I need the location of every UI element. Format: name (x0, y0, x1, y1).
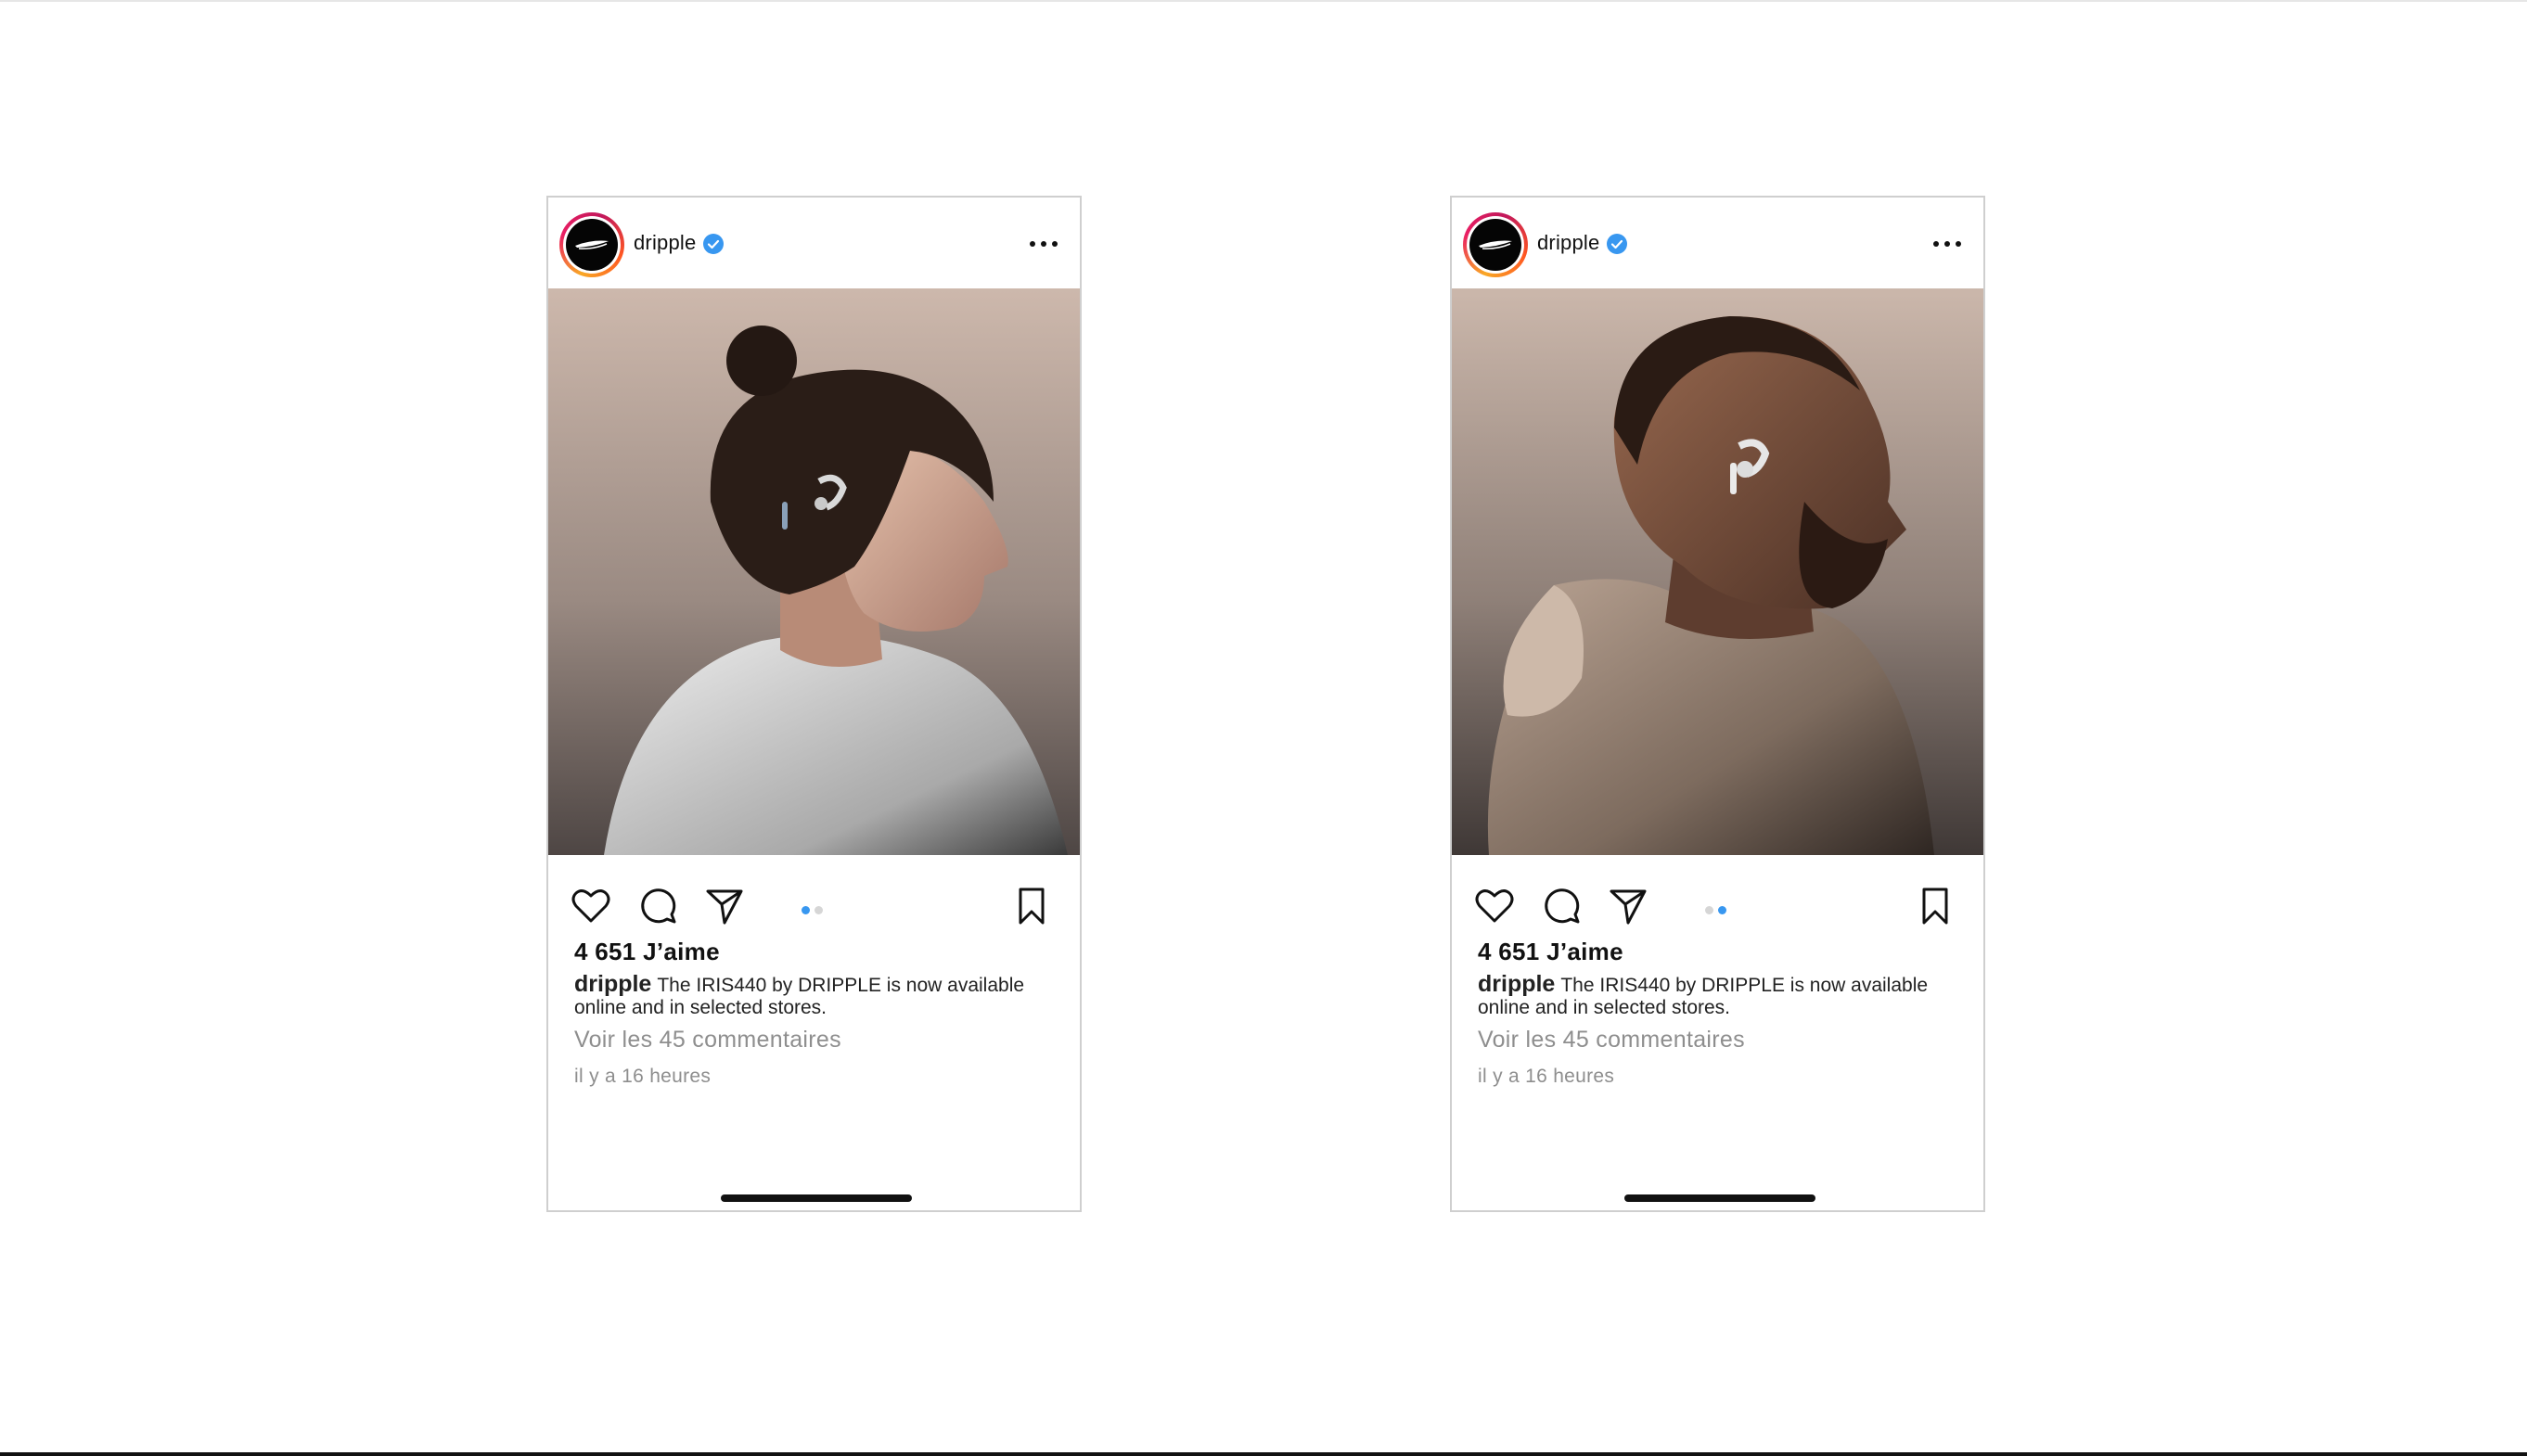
post-image[interactable] (548, 288, 1080, 855)
post-caption: dripple The IRIS440 by DRIPPLE is now ava… (1478, 973, 1960, 1019)
post-actions (548, 875, 1080, 930)
comment-icon[interactable] (638, 886, 679, 926)
post-actions (1452, 875, 1983, 930)
brand-logo-icon (1469, 219, 1521, 271)
carousel-indicator (802, 902, 827, 914)
caption-username[interactable]: dripple (1478, 971, 1555, 997)
carousel-indicator (1705, 902, 1731, 914)
like-count[interactable]: 4 651 J’aime (1478, 938, 1623, 966)
carousel-dot (815, 906, 823, 914)
bookmark-icon[interactable] (1915, 886, 1956, 926)
post-image[interactable] (1452, 288, 1983, 855)
like-count[interactable]: 4 651 J’aime (574, 938, 720, 966)
post-header: dripple (1452, 198, 1983, 288)
share-icon[interactable] (704, 886, 745, 926)
home-indicator[interactable] (1624, 1194, 1815, 1202)
verified-badge-icon (1607, 234, 1627, 254)
carousel-dot (802, 906, 810, 914)
share-icon[interactable] (1608, 886, 1648, 926)
avatar[interactable] (1463, 212, 1528, 277)
carousel-dot (1705, 906, 1713, 914)
caption-username[interactable]: dripple (574, 971, 651, 997)
view-comments-link[interactable]: Voir les 45 commentaires (574, 1027, 841, 1054)
username[interactable]: dripple (1537, 231, 1599, 255)
instagram-post-1: dripple 4 651 J’aime dripple The IRIS440… (546, 196, 1082, 1212)
view-comments-link[interactable]: Voir les 45 commentaires (1478, 1027, 1745, 1054)
instagram-post-2: dripple 4 651 J’aime dripple The IRIS440… (1450, 196, 1985, 1212)
avatar[interactable] (559, 212, 624, 277)
more-options-icon[interactable] (1028, 235, 1059, 253)
home-indicator[interactable] (721, 1194, 912, 1202)
brand-logo-icon (566, 219, 618, 271)
heart-icon[interactable] (1474, 886, 1515, 926)
more-options-icon[interactable] (1931, 235, 1963, 253)
heart-icon[interactable] (571, 886, 611, 926)
verified-badge-icon (703, 234, 724, 254)
post-timestamp: il y a 16 heures (1478, 1066, 1615, 1087)
comment-icon[interactable] (1542, 886, 1583, 926)
post-timestamp: il y a 16 heures (574, 1066, 712, 1087)
username[interactable]: dripple (634, 231, 696, 255)
top-divider (0, 0, 2527, 2)
bookmark-icon[interactable] (1011, 886, 1052, 926)
post-caption: dripple The IRIS440 by DRIPPLE is now ava… (574, 973, 1057, 1019)
post-header: dripple (548, 198, 1080, 288)
bottom-edge-bar (0, 1452, 2527, 1456)
carousel-dot (1718, 906, 1726, 914)
